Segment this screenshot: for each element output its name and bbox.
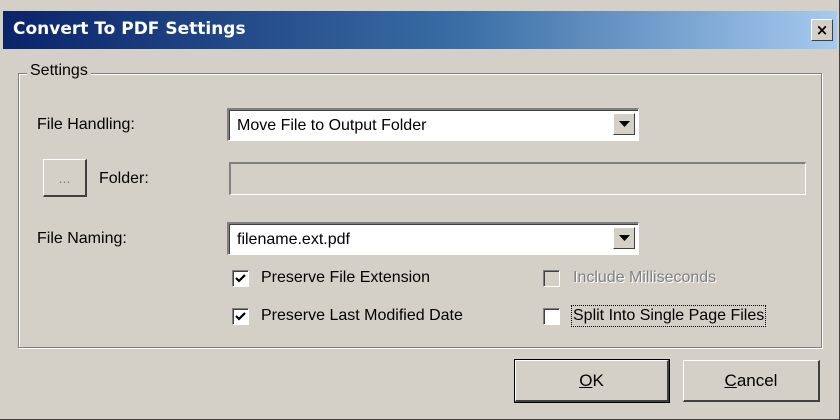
preserve-extension-checkbox[interactable]: [232, 270, 249, 287]
split-pages-checkbox[interactable]: [543, 308, 560, 325]
window-title: Convert To PDF Settings: [13, 19, 246, 39]
file-handling-value: Move File to Output Folder: [237, 117, 427, 134]
file-naming-label: File Naming:: [37, 230, 127, 247]
settings-group-title: Settings: [27, 62, 91, 80]
cancel-rest: ancel: [736, 370, 778, 390]
checkmark-icon: [235, 274, 246, 283]
ok-button[interactable]: OK: [514, 359, 670, 403]
close-button[interactable]: ×: [811, 19, 833, 41]
file-handling-label: File Handling:: [37, 116, 135, 133]
chevron-down-icon[interactable]: [613, 113, 635, 135]
preserve-extension-label[interactable]: Preserve File Extension: [261, 269, 430, 287]
close-icon: ×: [815, 20, 829, 39]
preserve-date-label[interactable]: Preserve Last Modified Date: [261, 307, 463, 325]
cancel-button[interactable]: Cancel: [683, 360, 820, 402]
ok-accel: O: [579, 370, 593, 390]
dialog-window: Convert To PDF Settings × Settings File …: [0, 0, 840, 420]
title-bar[interactable]: Convert To PDF Settings ×: [3, 11, 837, 49]
preserve-date-checkbox[interactable]: [232, 308, 249, 325]
split-pages-label[interactable]: Split Into Single Page Files: [570, 305, 767, 327]
include-milliseconds-checkbox: [543, 270, 560, 287]
include-milliseconds-label: Include Milliseconds: [573, 269, 717, 286]
checkmark-icon: [235, 312, 246, 321]
ok-rest: K: [592, 370, 604, 390]
folder-input[interactable]: [229, 162, 806, 195]
folder-label: Folder:: [99, 170, 149, 187]
file-naming-value: filename.ext.pdf: [237, 231, 350, 248]
file-naming-dropdown[interactable]: filename.ext.pdf: [227, 222, 639, 255]
file-handling-dropdown[interactable]: Move File to Output Folder: [227, 108, 639, 141]
chevron-down-icon[interactable]: [613, 227, 635, 249]
browse-folder-button[interactable]: ...: [43, 159, 87, 197]
cancel-accel: C: [724, 370, 737, 390]
